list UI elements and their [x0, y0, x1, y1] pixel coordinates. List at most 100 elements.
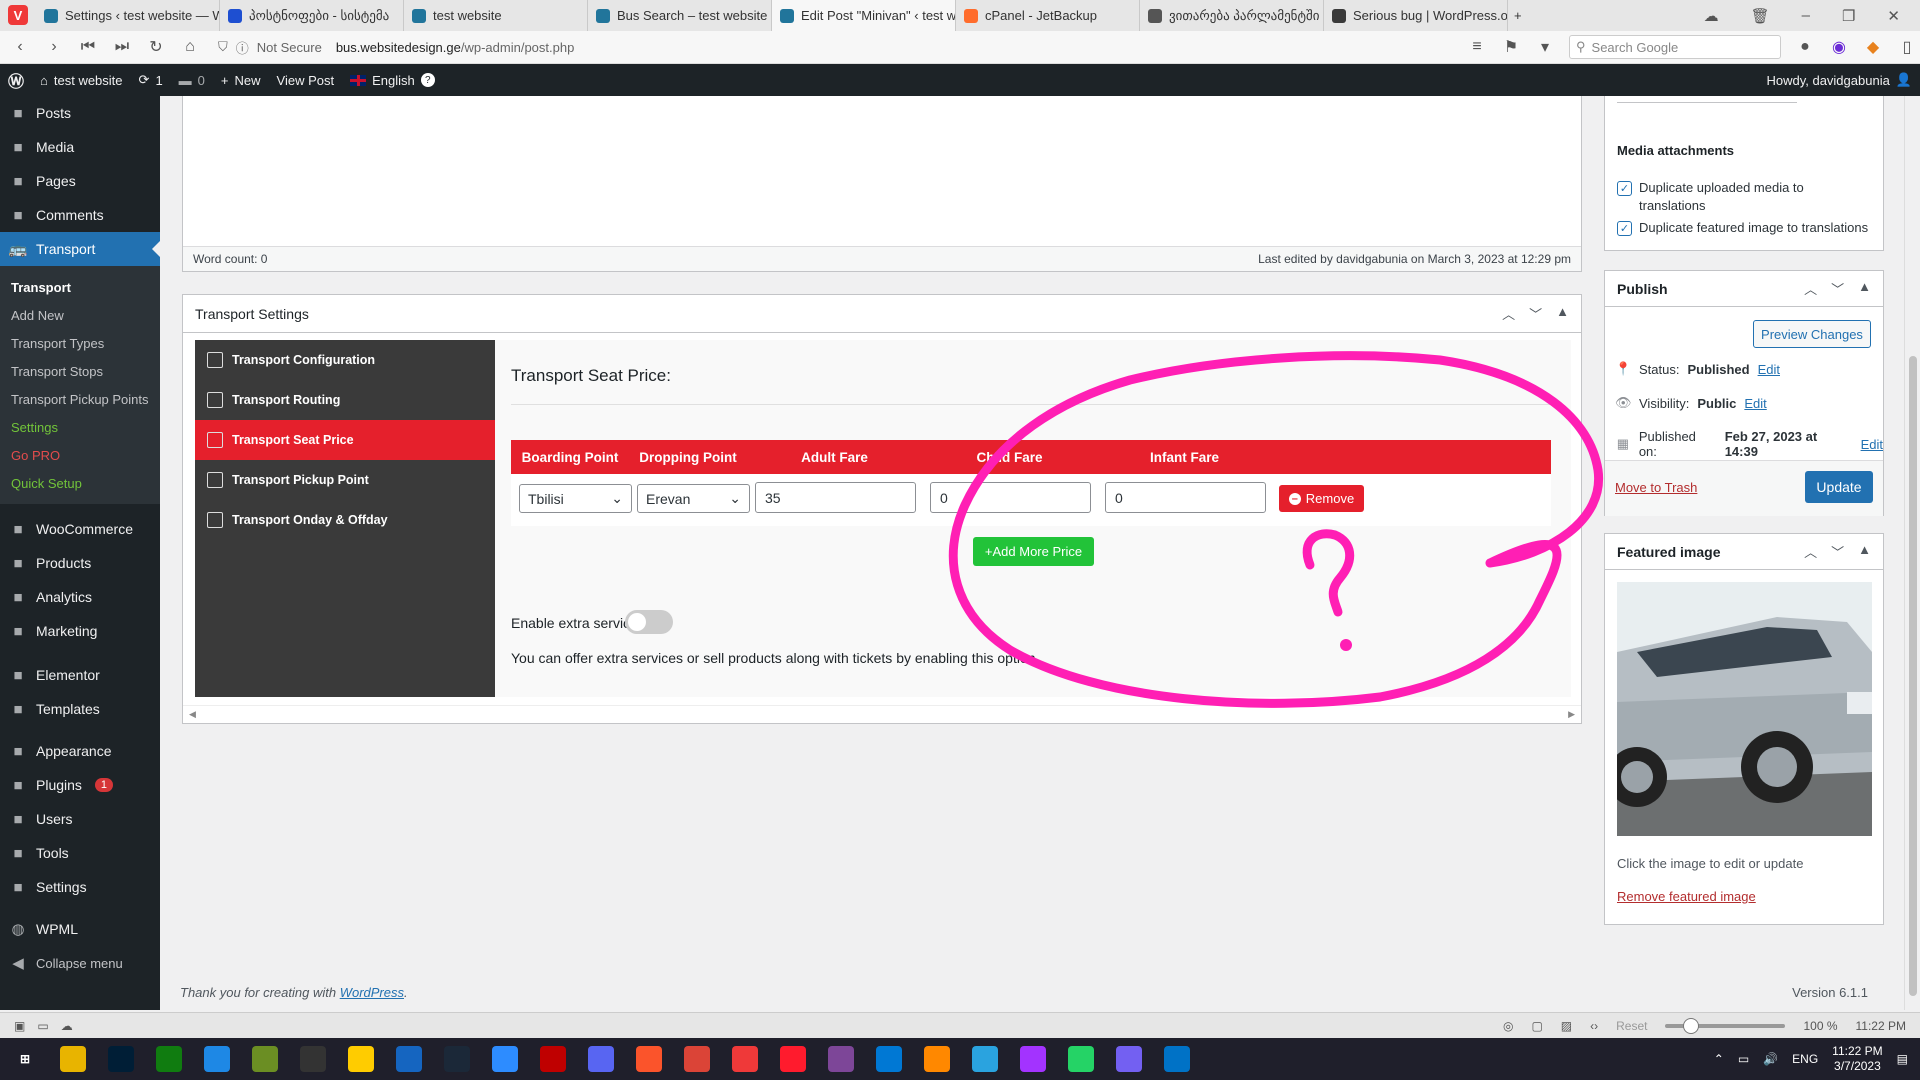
extension-icon[interactable]: ◉ — [1829, 37, 1849, 57]
image-icon[interactable]: ▨ — [1561, 1019, 1572, 1033]
zoom-reset-button[interactable]: Reset — [1616, 1019, 1647, 1033]
dropdown-icon[interactable]: ▾ — [1535, 37, 1555, 57]
taskbar-app-icon[interactable]: vlc — [924, 1046, 950, 1072]
language-indicator[interactable]: ENG — [1792, 1052, 1818, 1066]
menu-transport[interactable]: 🚌 Transport — [0, 232, 160, 266]
move-to-trash-link[interactable]: Move to Trash — [1615, 480, 1697, 495]
dup-media-checkbox-row[interactable]: ✓ Duplicate uploaded media to translation… — [1617, 179, 1867, 215]
taskbar-clock[interactable]: 11:22 PM 3/7/2023 — [1832, 1044, 1882, 1074]
updates-link[interactable]: ⟳ 1 — [131, 64, 171, 96]
tray-chevron-icon[interactable]: ⌃ — [1714, 1052, 1724, 1066]
scroll-left-icon[interactable]: ◀ — [189, 709, 196, 720]
taskbar-app-icon[interactable]: mail — [396, 1046, 422, 1072]
code-icon[interactable]: ‹› — [1590, 1019, 1598, 1033]
cloud-icon[interactable]: ☁ — [1704, 7, 1719, 25]
panel-toggle-icon[interactable]: ▣ — [14, 1019, 25, 1033]
toggle-panel-icon[interactable]: ▲ — [1858, 279, 1871, 298]
taskbar-app-icon[interactable]: discord — [588, 1046, 614, 1072]
new-content-link[interactable]: + New — [213, 64, 269, 96]
taskbar-app-icon[interactable]: edge — [876, 1046, 902, 1072]
update-button[interactable]: Update — [1805, 471, 1873, 503]
sidebar-item-products[interactable]: ■ Products — [0, 546, 160, 580]
network-icon[interactable]: ▭ — [1738, 1052, 1749, 1066]
featured-image-thumbnail[interactable] — [1617, 582, 1872, 836]
sidebar-item-settings[interactable]: ■ Settings — [0, 870, 160, 904]
wordpress-logo-icon[interactable]: Ⓦ — [0, 64, 32, 96]
taskbar-app-icon[interactable]: telegram — [972, 1046, 998, 1072]
browser-tab[interactable]: პოსტნოფები - სისტემა — [220, 0, 404, 31]
sidebar-item-comments[interactable]: ■ Comments — [0, 198, 160, 232]
submenu-item-settings[interactable]: Settings — [0, 413, 160, 441]
submenu-item-transport-pickup-points[interactable]: Transport Pickup Points — [0, 385, 160, 413]
toggle-panel-icon[interactable]: ▲ — [1858, 542, 1871, 561]
taskbar-app-icon[interactable]: tor — [828, 1046, 854, 1072]
back-icon[interactable]: ‹ — [10, 38, 30, 56]
submenu-item-add-new[interactable]: Add New — [0, 301, 160, 329]
post-editor[interactable]: Word count: 0 Last edited by davidgabuni… — [182, 96, 1582, 272]
sidebar-item-analytics[interactable]: ■ Analytics — [0, 580, 160, 614]
browser-tab[interactable]: Bus Search – test website — [588, 0, 772, 31]
volume-icon[interactable]: 🔊 — [1763, 1052, 1778, 1066]
sidebar-toggle-icon[interactable]: ▯ — [1897, 37, 1917, 57]
transport-nav-item[interactable]: Transport Configuration — [195, 340, 495, 380]
taskbar-app-icon[interactable]: outlook — [1164, 1046, 1190, 1072]
preview-changes-button[interactable]: Preview Changes — [1753, 320, 1871, 348]
account-link[interactable]: Howdy, davidgabunia 👤 — [1758, 64, 1920, 96]
sidebar-item-pages[interactable]: ■ Pages — [0, 164, 160, 198]
move-down-icon[interactable]: ﹀ — [1529, 304, 1542, 323]
view-post-link[interactable]: View Post — [269, 64, 343, 96]
edit-date-link[interactable]: Edit — [1861, 437, 1883, 452]
submenu-item-transport-types[interactable]: Transport Types — [0, 329, 160, 357]
submenu-item-quick-setup[interactable]: Quick Setup — [0, 469, 160, 497]
taskbar-app-icon[interactable]: whatsapp — [1068, 1046, 1094, 1072]
taskbar-app-icon[interactable]: brave — [636, 1046, 662, 1072]
move-down-icon[interactable]: ﹀ — [1831, 542, 1844, 561]
browser-tab[interactable]: Serious bug | WordPress.or — [1324, 0, 1508, 31]
profile-icon[interactable]: ● — [1795, 38, 1815, 56]
sidebar-item-plugins[interactable]: ■ Plugins 1 — [0, 768, 160, 802]
move-up-icon[interactable]: ︿ — [1804, 279, 1817, 298]
edit-status-link[interactable]: Edit — [1758, 362, 1780, 377]
adult-fare-input[interactable]: 35 — [755, 482, 916, 513]
edit-visibility-link[interactable]: Edit — [1744, 396, 1766, 411]
transport-nav-item[interactable]: Transport Seat Price — [195, 420, 511, 460]
home-icon[interactable]: ⌂ — [180, 38, 200, 56]
url-field[interactable]: ⛉ ⓘ Not Secure bus.websitedesign.ge/wp-a… — [218, 36, 1453, 58]
sidebar-item-elementor[interactable]: ■ Elementor — [0, 658, 160, 692]
sidebar-item-tools[interactable]: ■ Tools — [0, 836, 160, 870]
vivaldi-menu-icon[interactable]: V — [8, 5, 28, 25]
sidebar-item-appearance[interactable]: ■ Appearance — [0, 734, 160, 768]
cloud-sync-icon[interactable]: ☁ — [61, 1019, 73, 1033]
site-name-link[interactable]: ⌂ test website — [32, 64, 131, 96]
submenu-item-transport-stops[interactable]: Transport Stops — [0, 357, 160, 385]
minimize-icon[interactable]: – — [1802, 7, 1810, 24]
new-tab-button[interactable]: + — [1508, 0, 1536, 31]
infant-fare-input[interactable]: 0 — [1105, 482, 1266, 513]
bookmark-icon[interactable]: ⚑ — [1501, 37, 1521, 57]
dup-featured-checkbox-row[interactable]: ✓ Duplicate featured image to translation… — [1617, 219, 1882, 237]
close-icon[interactable]: ✕ — [1887, 7, 1900, 25]
child-fare-input[interactable]: 0 — [930, 482, 1091, 513]
comments-link[interactable]: ▬ 0 — [171, 64, 213, 96]
remove-featured-image-link[interactable]: Remove featured image — [1617, 889, 1756, 904]
menu-wpml[interactable]: ◍ WPML — [0, 912, 160, 946]
taskbar-app-icon[interactable]: Ps — [108, 1046, 134, 1072]
taskbar-app-icon[interactable]: Fz — [540, 1046, 566, 1072]
taskbar-app-icon[interactable]: viber — [1116, 1046, 1142, 1072]
transport-nav-item[interactable]: Transport Pickup Point — [195, 460, 495, 500]
transport-nav-item[interactable]: Transport Onday & Offday — [195, 500, 495, 540]
capture-icon[interactable]: ◎ — [1503, 1019, 1513, 1033]
taskbar-app-icon[interactable]: chrome — [684, 1046, 710, 1072]
reader-icon[interactable]: ≡ — [1467, 38, 1487, 56]
scroll-right-icon[interactable]: ▶ — [1568, 709, 1575, 720]
collapse-menu-button[interactable]: ◀ Collapse menu — [0, 946, 160, 980]
taskbar-app-icon[interactable]: app — [252, 1046, 278, 1072]
extra-service-toggle[interactable] — [625, 610, 673, 634]
sidebar-item-templates[interactable]: ■ Templates — [0, 692, 160, 726]
transport-nav-item[interactable]: Transport Routing — [195, 380, 495, 420]
restore-icon[interactable]: ❐ — [1842, 7, 1855, 25]
forward-icon[interactable]: › — [44, 38, 64, 56]
move-up-icon[interactable]: ︿ — [1804, 542, 1817, 561]
boarding-point-select[interactable]: Tbilisi ⌄ — [519, 484, 632, 513]
submenu-item-go-pro[interactable]: Go PRO — [0, 441, 160, 469]
